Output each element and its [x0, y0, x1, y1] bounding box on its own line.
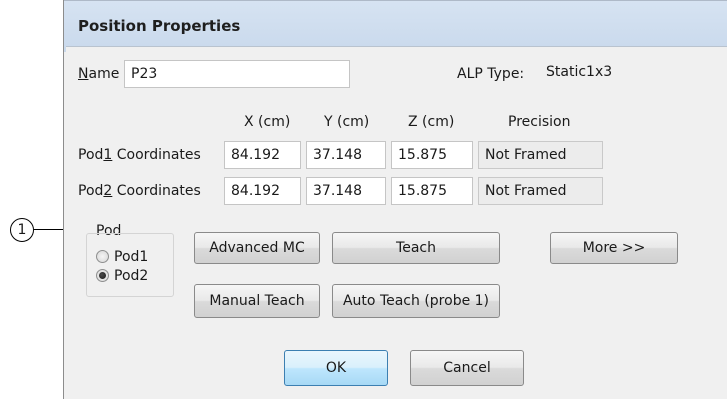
column-z-header: Z (cm)	[408, 114, 455, 130]
name-input[interactable]	[124, 60, 350, 88]
position-properties-dialog: Position Properties Name ALP Type: Stati…	[63, 0, 727, 399]
title-bar: Position Properties	[64, 0, 727, 52]
dialog-body: Name ALP Type: Static1x3 X (cm) Y (cm) Z…	[66, 46, 727, 399]
column-x-header: X (cm)	[244, 114, 291, 130]
more-button[interactable]: More >>	[550, 232, 678, 264]
pod1-y-field[interactable]	[306, 141, 386, 169]
cancel-button[interactable]: Cancel	[410, 350, 524, 386]
window-title: Position Properties	[78, 17, 241, 35]
pod2-z-field[interactable]	[391, 177, 473, 205]
pod2-coordinates-label: Pod2 Coordinates	[78, 183, 201, 199]
pod-group-box	[86, 233, 174, 297]
pod1-x-field[interactable]	[224, 141, 301, 169]
pod2-x-field[interactable]	[224, 177, 301, 205]
callout-marker: 1	[10, 218, 34, 242]
pod1-coordinates-label: Pod1 Coordinates	[78, 147, 201, 163]
pod2-radio-label: Pod2	[114, 268, 149, 284]
pod2-y-field[interactable]	[306, 177, 386, 205]
pod2-radio-button[interactable]	[96, 269, 109, 282]
teach-button[interactable]: Teach	[332, 232, 500, 264]
alp-type-value: Static1x3	[546, 64, 613, 80]
ok-button[interactable]: OK	[284, 350, 388, 386]
alp-type-label: ALP Type:	[457, 66, 525, 82]
column-y-header: Y (cm)	[324, 114, 370, 130]
manual-teach-button[interactable]: Manual Teach	[194, 284, 320, 318]
pod2-precision-value: Not Framed	[478, 177, 603, 205]
pod1-z-field[interactable]	[391, 141, 473, 169]
auto-teach-button[interactable]: Auto Teach (probe 1)	[332, 284, 500, 318]
pod1-precision-value: Not Framed	[478, 141, 603, 169]
name-label: Name	[78, 66, 120, 82]
pod1-radio-label: Pod1	[114, 249, 149, 265]
advanced-mc-button[interactable]: Advanced MC	[194, 232, 320, 264]
column-precision-header: Precision	[508, 114, 571, 130]
pod1-radio-button[interactable]	[96, 250, 109, 263]
